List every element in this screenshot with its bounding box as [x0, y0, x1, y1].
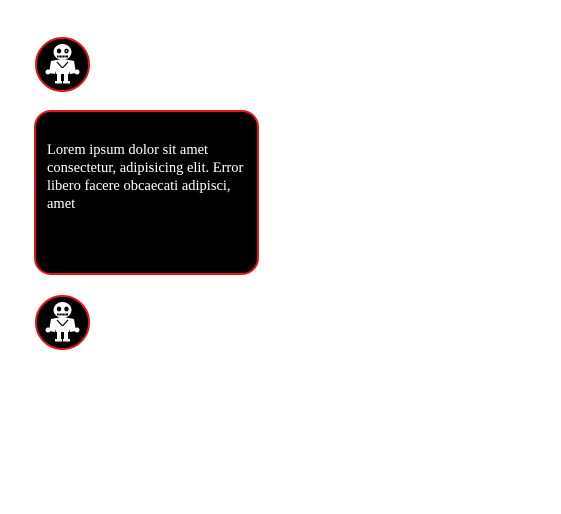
- message-bubble: Lorem ipsum dolor sit amet consectetur, …: [34, 110, 259, 275]
- skeleton-avatar-icon: [37, 297, 88, 348]
- skeleton-avatar-icon: [37, 39, 88, 90]
- avatar: [35, 37, 90, 92]
- message-text: Lorem ipsum dolor sit amet consectetur, …: [47, 142, 244, 212]
- avatar: [35, 295, 90, 350]
